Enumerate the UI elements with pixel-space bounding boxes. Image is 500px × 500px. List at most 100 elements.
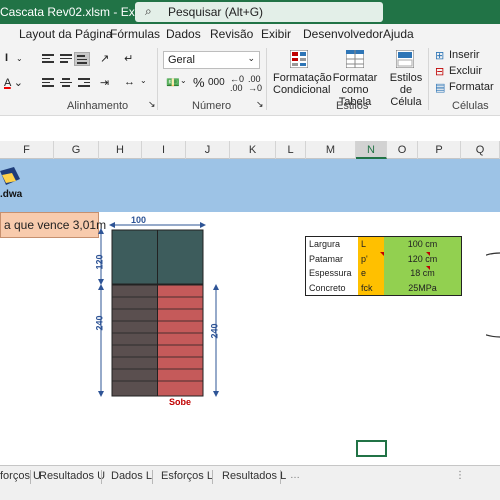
font-color-icon[interactable]: A ⌄ (4, 76, 23, 89)
dim-width: 100 (131, 215, 147, 225)
row-symbol[interactable]: fck (358, 280, 384, 295)
data-table: Largura L 100 cm Patamar p' 120 cm Espes… (305, 236, 462, 296)
cells-group-label: Células (452, 100, 489, 112)
tab-formulas[interactable]: Fórmulas (110, 27, 160, 41)
formula-area (0, 117, 500, 141)
column-headers: F G H I J K L M N O P Q (0, 141, 500, 159)
cell-styles-button[interactable]: Estilos de Célula (386, 72, 426, 108)
decrease-decimal-icon[interactable]: .00 →0 (248, 75, 262, 93)
window-title: Cascata Rev02.xlsm - Excel (0, 5, 151, 19)
styles-group-label: Estilos (336, 100, 369, 112)
ribbon-tabs: Layout da Página Fórmulas Dados Revisão … (0, 24, 500, 44)
tab-page-layout[interactable]: Layout da Página (19, 27, 112, 41)
col-header-N[interactable]: N (356, 141, 387, 159)
row-label[interactable]: Largura (306, 237, 358, 252)
conditional-format-button[interactable]: Formatação Condicional (273, 72, 332, 96)
col-header-H[interactable]: H (99, 141, 142, 159)
row-value[interactable]: 25MPa (384, 280, 461, 295)
bold-icon[interactable]: I (5, 52, 8, 64)
sheet-tab-esforcos-l[interactable]: Esforços L (161, 470, 213, 482)
sheet-tab-dados-l[interactable]: Dados L (111, 470, 152, 482)
wrap-text-icon[interactable]: ↵ (124, 52, 133, 65)
col-header-I[interactable]: I (142, 141, 186, 159)
alignment-group-label: Alinhamento (67, 100, 129, 112)
percent-button[interactable]: % (193, 75, 205, 90)
align-right-icon[interactable] (76, 76, 92, 90)
format-table-icon (346, 50, 364, 68)
row-symbol[interactable]: e (358, 266, 384, 281)
table-row: Espessura e 18 cm (306, 266, 461, 281)
note-cell[interactable]: a que vence 3,01m (0, 212, 106, 238)
align-bottom-icon[interactable] (74, 52, 90, 66)
row-label[interactable]: Patamar (306, 251, 358, 266)
col-header-P[interactable]: P (418, 141, 461, 159)
number-launcher-icon[interactable]: ↘ (256, 99, 264, 110)
col-header-G[interactable]: G (54, 141, 99, 159)
tab-developer[interactable]: Desenvolvedor (303, 27, 383, 41)
format-cells-icon: ▤ (435, 82, 446, 94)
dim-right: 240 (209, 323, 220, 339)
col-header-K[interactable]: K (230, 141, 276, 159)
table-row: Largura L 100 cm (306, 237, 461, 252)
worksheet[interactable]: .dwa a que vence 3,01m 100 120 240 240 S… (0, 159, 500, 465)
col-header-M[interactable]: M (306, 141, 356, 159)
row-value[interactable]: 18 cm (384, 266, 461, 281)
selected-cell[interactable] (356, 440, 387, 457)
row-label[interactable]: Espessura (306, 266, 358, 281)
sheet-tab-resultados-u[interactable]: Resultados U (39, 470, 105, 482)
increase-decimal-icon[interactable]: ←0.00 (230, 75, 244, 93)
table-row: Concreto fck 25MPa (306, 280, 461, 295)
delete-icon: ⊟ (435, 66, 445, 78)
thousands-button[interactable]: 000 (208, 77, 225, 88)
tab-data[interactable]: Dados (166, 27, 201, 41)
dropdown-icon[interactable]: ⌄ (16, 54, 23, 63)
tab-help[interactable]: Ajuda (383, 27, 414, 41)
align-left-icon[interactable] (40, 76, 56, 90)
align-middle-icon[interactable] (58, 52, 74, 66)
col-header-Q[interactable]: Q (461, 141, 500, 159)
sheet-tab-esforcos-u[interactable]: forços U (0, 470, 41, 482)
row-value[interactable]: 120 cm (384, 251, 461, 266)
search-icon: ⌕ (145, 4, 152, 18)
indent-icon[interactable]: ⇥ (100, 76, 109, 89)
alignment-launcher-icon[interactable]: ↘ (148, 99, 156, 110)
ribbon: I A ⌄ ⌄ ↗ ⇥ ↵ ↔ ⌄ Alinhamento ↘ Geral ⌄ … (0, 44, 500, 116)
sobe-label: Sobe (169, 397, 192, 407)
format-button[interactable]: Formatar (449, 81, 494, 93)
status-bar (0, 488, 500, 500)
number-format-select[interactable]: Geral ⌄ (163, 51, 260, 69)
col-header-L[interactable]: L (276, 141, 306, 159)
col-header-J[interactable]: J (186, 141, 230, 159)
staircase-drawing (98, 222, 219, 397)
scroll-options-icon[interactable]: ⋮ (455, 470, 465, 481)
merge-dropdown-icon[interactable]: ⌄ (140, 76, 147, 85)
logo-icon (0, 167, 20, 185)
currency-dropdown-icon[interactable]: ⌄ (180, 76, 187, 85)
search-box[interactable]: ⌕ Pesquisar (Alt+G) (135, 2, 383, 22)
merge-icon[interactable]: ↔ (124, 76, 135, 88)
tab-view[interactable]: Exibir (261, 27, 291, 41)
align-center-icon[interactable] (58, 76, 74, 90)
row-label[interactable]: Concreto (306, 280, 358, 295)
more-sheets-icon[interactable]: … (290, 470, 300, 481)
col-header-F[interactable]: F (0, 141, 54, 159)
search-placeholder: Pesquisar (Alt+G) (168, 5, 264, 19)
logo: .dwa (0, 167, 22, 201)
circle-shape (486, 252, 500, 338)
insert-icon: ⊞ (435, 50, 445, 62)
sheet-tab-resultados-l[interactable]: Resultados L (222, 470, 286, 482)
currency-icon[interactable]: 💵 (166, 76, 180, 89)
number-format-value: Geral (168, 54, 195, 66)
header-banner: .dwa (0, 159, 500, 212)
orientation-icon[interactable]: ↗ (100, 52, 109, 65)
row-value[interactable]: 100 cm (384, 237, 461, 252)
comment-indicator (426, 252, 430, 256)
col-header-O[interactable]: O (387, 141, 418, 159)
row-symbol[interactable]: L (358, 237, 384, 252)
align-top-icon[interactable] (40, 52, 56, 66)
tab-review[interactable]: Revisão (210, 27, 253, 41)
number-group-label: Número (192, 100, 232, 112)
comment-indicator (380, 252, 384, 256)
insert-button[interactable]: Inserir (449, 49, 480, 61)
delete-button[interactable]: Excluir (449, 65, 482, 77)
